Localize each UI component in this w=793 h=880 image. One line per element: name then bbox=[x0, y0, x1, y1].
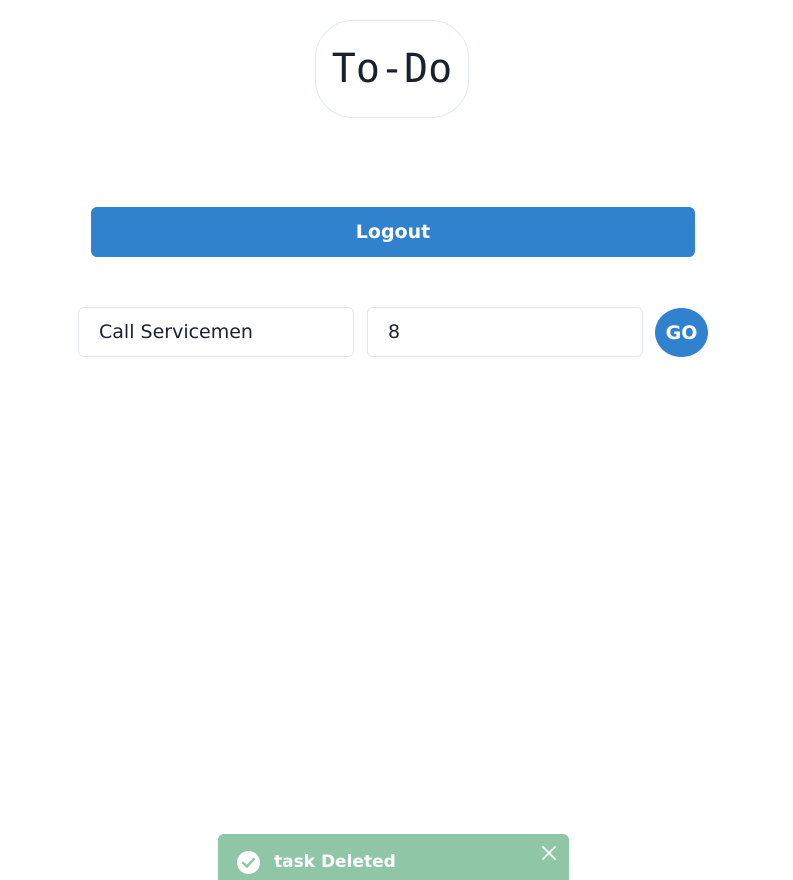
app-title-badge: To-Do bbox=[315, 20, 469, 118]
check-circle-icon bbox=[237, 851, 260, 874]
app-title: To-Do bbox=[331, 46, 453, 92]
page: To-Do Logout GO task Deleted bbox=[0, 0, 793, 880]
toast-notification: task Deleted bbox=[218, 834, 569, 880]
close-icon[interactable] bbox=[542, 846, 556, 860]
logout-button[interactable]: Logout bbox=[91, 207, 695, 257]
task-input[interactable] bbox=[78, 307, 354, 357]
number-input[interactable] bbox=[367, 307, 643, 357]
toast-message: task Deleted bbox=[274, 852, 396, 872]
go-button[interactable]: GO bbox=[655, 308, 708, 357]
